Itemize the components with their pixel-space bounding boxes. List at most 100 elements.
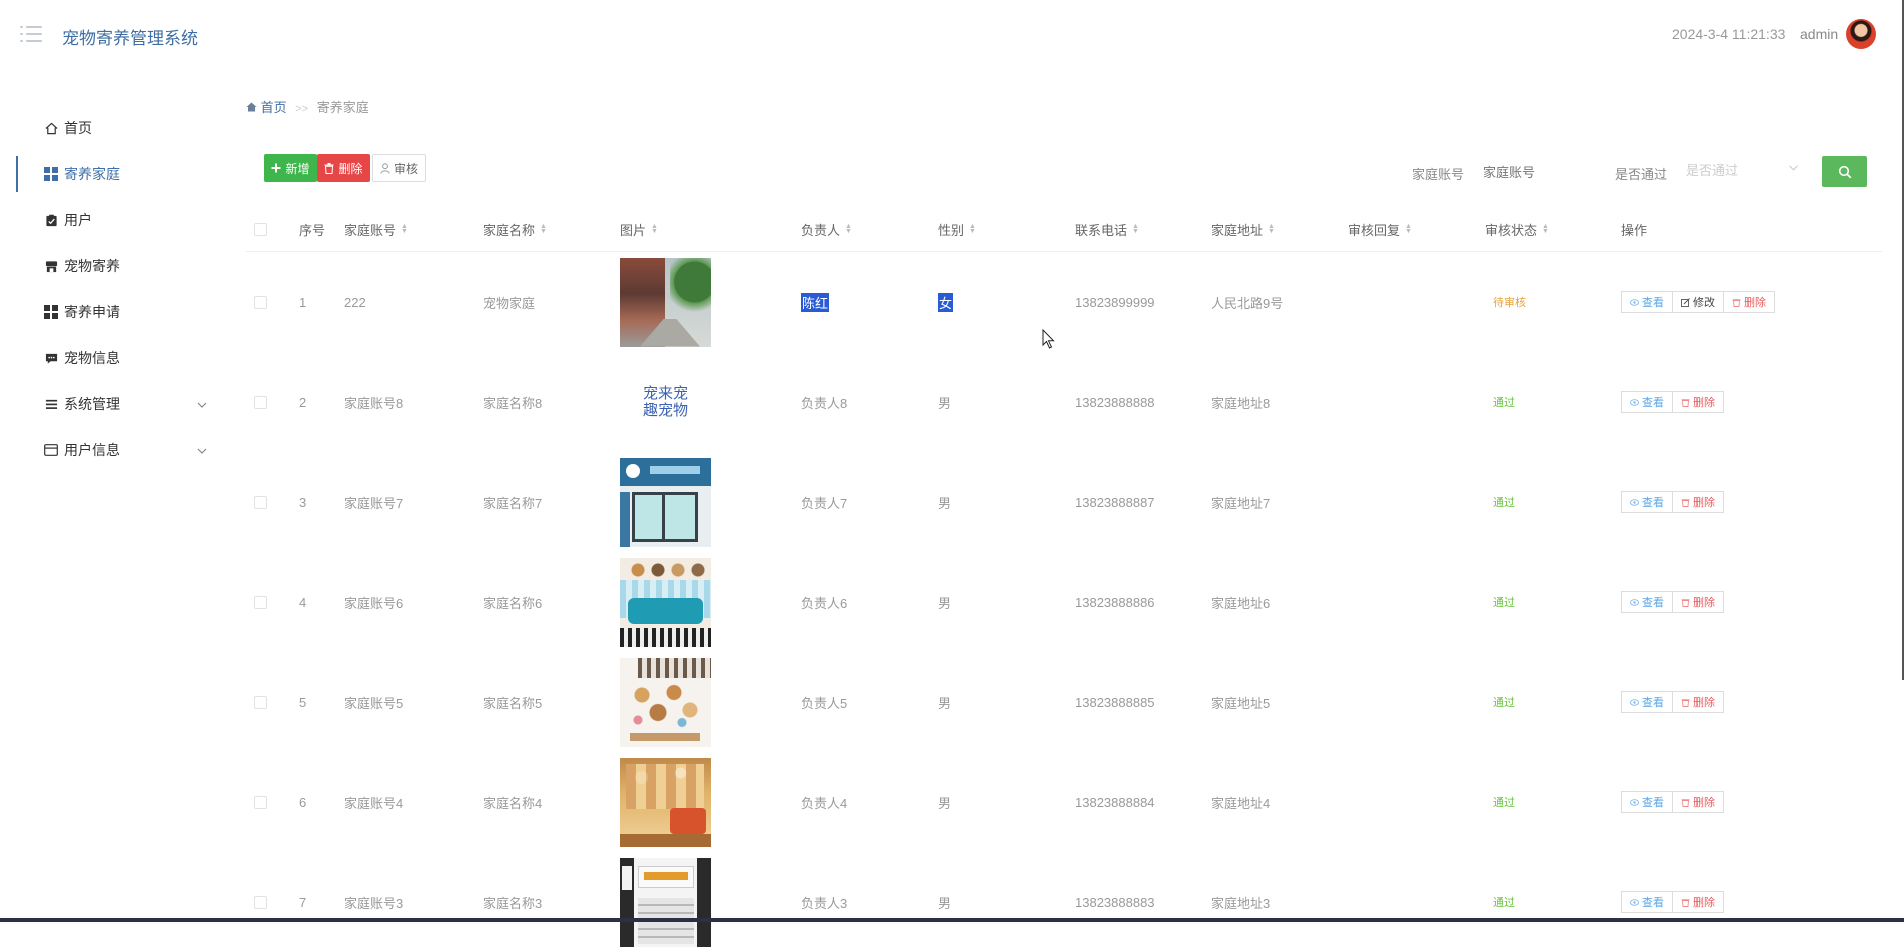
column-header-name[interactable]: 家庭名称 ▲ ▼	[483, 206, 547, 252]
row-checkbox[interactable]	[254, 852, 267, 952]
cell-status: 待审核	[1493, 252, 1526, 352]
edit-button[interactable]: 修改	[1672, 291, 1724, 313]
family-image[interactable]	[620, 857, 711, 947]
cell-manager: 负责人7	[801, 452, 847, 552]
manager-text: 负责人6	[801, 595, 848, 611]
family-image[interactable]	[620, 757, 711, 847]
sidebar-item-pet-info[interactable]: 宠物信息	[0, 335, 220, 381]
plus-icon	[271, 163, 281, 173]
batch-delete-button[interactable]: 删除	[317, 154, 370, 182]
add-button[interactable]: 新增	[264, 154, 317, 182]
column-header-phone[interactable]: 联系电话 ▲ ▼	[1075, 206, 1139, 252]
sort-icon[interactable]: ▲ ▼	[401, 223, 408, 235]
family-image[interactable]: 宠来宠趣宠物	[620, 358, 711, 447]
column-header-image[interactable]: 图片 ▲ ▼	[620, 206, 658, 252]
sidebar-item-system-management[interactable]: 系统管理	[0, 381, 220, 427]
cell-account: 家庭账号5	[344, 695, 404, 711]
delete-button[interactable]: 删除	[1672, 691, 1724, 713]
view-button[interactable]: 查看	[1621, 891, 1673, 913]
row-checkbox[interactable]	[254, 352, 267, 452]
cell-gender: 男	[938, 652, 951, 752]
sidebar-item-foster-application[interactable]: 寄养申请	[0, 289, 220, 335]
account-filter-input[interactable]	[1483, 158, 1593, 186]
breadcrumb-home[interactable]: 首页	[246, 100, 290, 115]
column-header-reply[interactable]: 审核回复 ▲ ▼	[1348, 206, 1412, 252]
delete-button[interactable]: 删除	[1723, 291, 1775, 313]
row-checkbox[interactable]	[254, 252, 267, 352]
sort-icon[interactable]: ▲ ▼	[969, 223, 976, 235]
column-header-status[interactable]: 审核状态 ▲ ▼	[1485, 206, 1549, 252]
sort-icon[interactable]: ▲ ▼	[845, 223, 852, 235]
view-button[interactable]: 查看	[1621, 791, 1673, 813]
sort-icon[interactable]: ▲ ▼	[1542, 223, 1549, 235]
home-icon	[246, 102, 257, 112]
menu-toggle-icon[interactable]	[20, 24, 44, 44]
user-avatar[interactable]	[1846, 19, 1876, 49]
sort-icon[interactable]: ▲ ▼	[1268, 223, 1275, 235]
cell-actions: 查看 删除	[1621, 552, 1724, 652]
select-all-checkbox[interactable]	[254, 206, 267, 252]
status-badge: 通过	[1493, 897, 1515, 909]
family-image[interactable]	[620, 557, 711, 647]
chevron-down-icon	[197, 443, 207, 457]
status-badge: 通过	[1493, 597, 1515, 609]
eye-icon	[1630, 398, 1639, 406]
column-header-gender[interactable]: 性别 ▲ ▼	[938, 206, 976, 252]
column-header-address[interactable]: 家庭地址 ▲ ▼	[1211, 206, 1275, 252]
clipboard-icon	[44, 213, 58, 227]
sidebar-item-foster-family[interactable]: 寄养家庭	[0, 151, 220, 197]
sidebar-item-user[interactable]: 用户	[0, 197, 220, 243]
sort-icon[interactable]: ▲ ▼	[651, 223, 658, 235]
column-header-manager[interactable]: 负责人 ▲ ▼	[801, 206, 852, 252]
audit-button[interactable]: 审核	[372, 154, 426, 182]
username[interactable]: admin	[1800, 26, 1838, 42]
delete-button[interactable]: 删除	[1672, 791, 1724, 813]
manager-text: 负责人5	[801, 695, 848, 711]
chevron-down-icon	[1789, 162, 1798, 174]
cell-address: 人民北路9号	[1211, 295, 1284, 311]
cell-actions: 查看 修改 删除	[1621, 252, 1775, 352]
cell-status: 通过	[1493, 352, 1515, 452]
approved-filter-select[interactable]: 是否通过	[1686, 160, 1806, 184]
row-checkbox[interactable]	[254, 552, 267, 652]
sort-icon[interactable]: ▲ ▼	[540, 223, 547, 235]
family-image[interactable]	[620, 457, 711, 547]
sort-icon[interactable]: ▲ ▼	[1132, 223, 1139, 235]
bottom-edge	[0, 918, 1904, 922]
search-button[interactable]	[1822, 156, 1867, 187]
view-button[interactable]: 查看	[1621, 391, 1673, 413]
delete-button[interactable]: 删除	[1672, 391, 1724, 413]
view-button[interactable]: 查看	[1621, 491, 1673, 513]
view-button-label: 查看	[1642, 697, 1664, 709]
table-row: 7 家庭账号3 家庭名称3 负责人3 男 13823888883 家庭地址3 通过 查看 删除	[246, 852, 1882, 952]
cell-actions: 查看 删除	[1621, 652, 1724, 752]
sort-icon[interactable]: ▲ ▼	[1405, 223, 1412, 235]
sidebar-item-user-info[interactable]: 用户信息	[0, 427, 220, 473]
trash-icon	[1681, 598, 1690, 607]
cell-account: 家庭账号3	[344, 895, 404, 911]
gender-text: 女	[938, 292, 954, 312]
cell-gender: 男	[938, 852, 951, 952]
list-icon	[44, 397, 58, 411]
table-row: 4 家庭账号6 家庭名称6 负责人6 男 13823888886 家庭地址6 通过 查看 删除	[246, 552, 1882, 652]
cell-manager: 负责人3	[801, 852, 847, 952]
family-image[interactable]	[620, 657, 711, 747]
row-checkbox[interactable]	[254, 452, 267, 552]
delete-button-label: 删除	[1693, 497, 1715, 509]
sidebar-item-pet-foster[interactable]: 宠物寄养	[0, 243, 220, 289]
trash-icon	[1681, 798, 1690, 807]
delete-button[interactable]: 删除	[1672, 491, 1724, 513]
row-checkbox[interactable]	[254, 752, 267, 852]
view-button[interactable]: 查看	[1621, 591, 1673, 613]
manager-text: 负责人7	[801, 495, 848, 511]
view-button[interactable]: 查看	[1621, 291, 1673, 313]
table-row: 5 家庭账号5 家庭名称5 负责人5 男 13823888885 家庭地址5 通过 查看 删除	[246, 652, 1882, 752]
delete-button[interactable]: 删除	[1672, 591, 1724, 613]
sidebar-item-home[interactable]: 首页	[0, 105, 220, 151]
row-checkbox[interactable]	[254, 652, 267, 752]
delete-button[interactable]: 删除	[1672, 891, 1724, 913]
sidebar-item-label: 寄养家庭	[64, 166, 120, 182]
view-button[interactable]: 查看	[1621, 691, 1673, 713]
column-header-account[interactable]: 家庭账号 ▲ ▼	[344, 206, 408, 252]
family-image[interactable]	[620, 257, 711, 347]
